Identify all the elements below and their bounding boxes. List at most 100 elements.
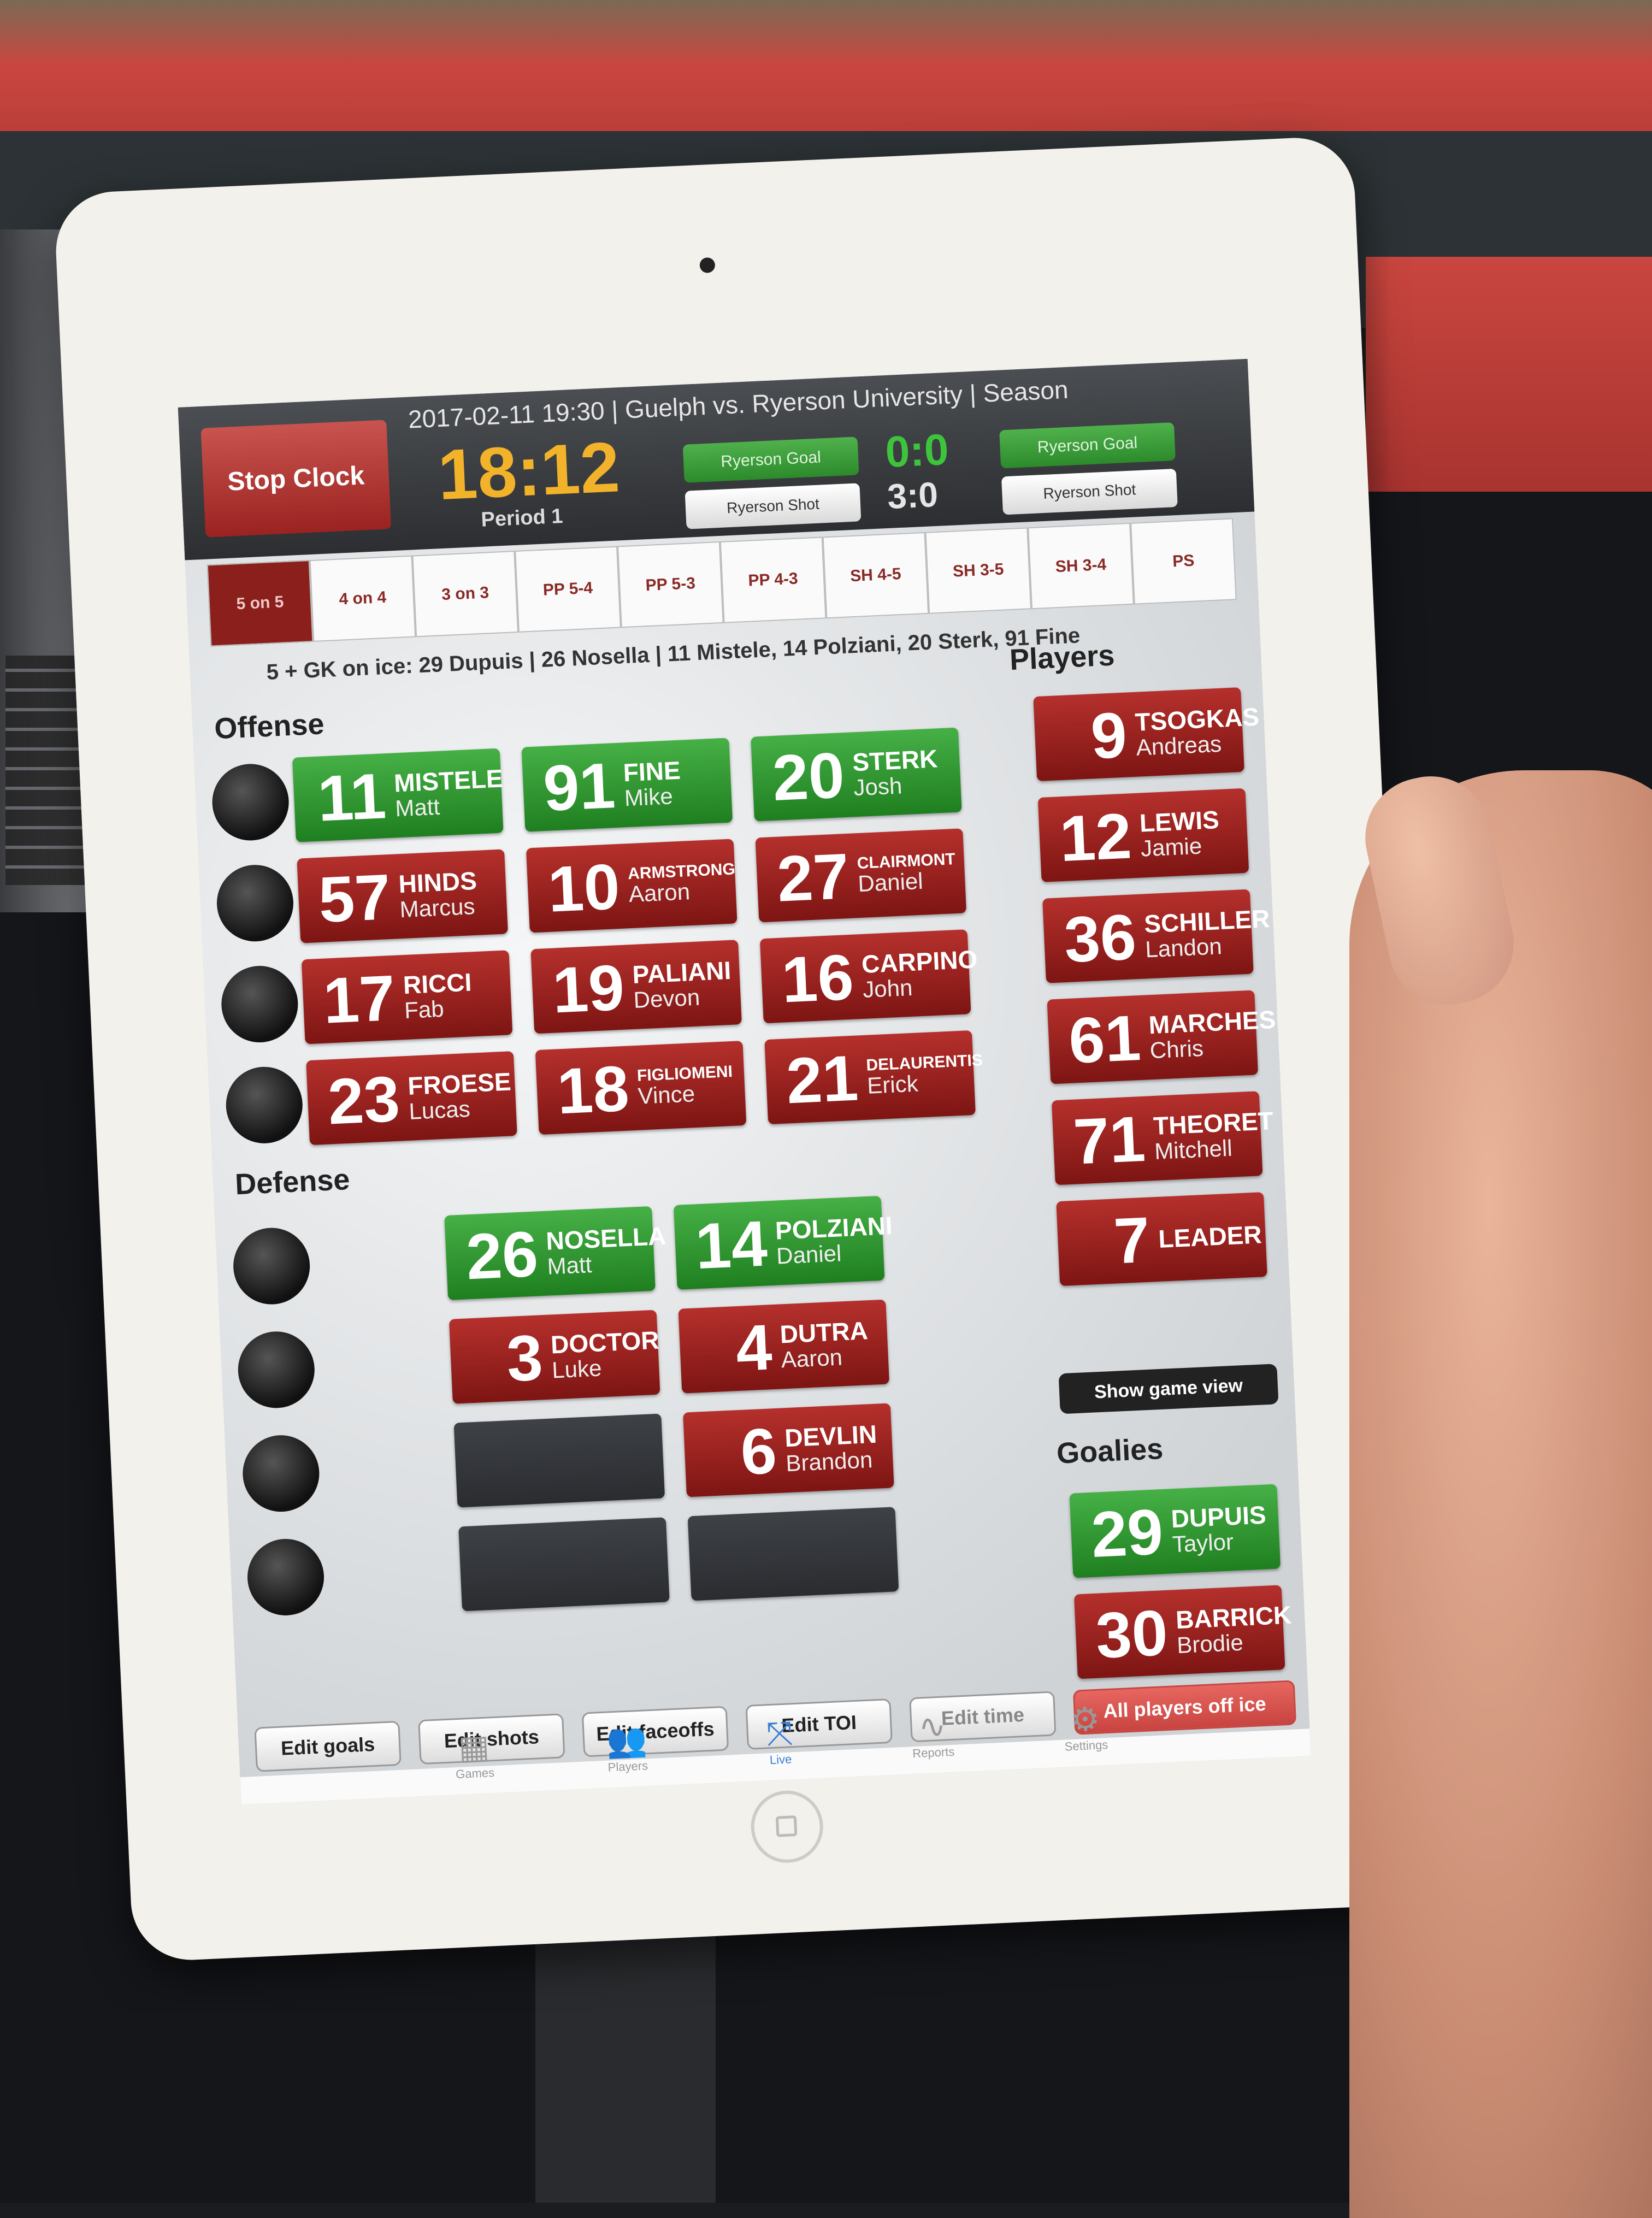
tab-3-on-3[interactable]: 3 on 3 [412,551,519,638]
player-button-91[interactable]: 91 FINE Mike [521,738,733,832]
player-button-11[interactable]: 11 MISTELE Matt [292,748,504,842]
home-goal-button[interactable]: Ryerson Goal [682,436,859,483]
line-select-puck[interactable] [236,1330,316,1410]
player-first-name: Mike [623,782,674,811]
player-button-26[interactable]: 26 NOSELLA Matt [444,1206,666,1300]
player-number: 29 [1089,1495,1165,1571]
people-icon: 👥 [605,1721,648,1760]
tab-5-on-5[interactable]: 5 on 5 [206,560,314,647]
player-number: 23 [326,1063,402,1138]
ipad-device: Stop Clock 2017-02-11 19:30 | Guelph vs.… [53,135,1433,1963]
player-button-10[interactable]: 10 ARMSTRONG Aaron [526,839,738,933]
tab-4-on-4[interactable]: 4 on 4 [309,555,416,642]
tab-bar-games[interactable]: ▦ Games [418,1726,530,1783]
player-first-name: Vince [637,1081,695,1109]
tab-bar-players[interactable]: 👥 Players [571,1719,683,1776]
player-number: 26 [464,1217,540,1293]
player-button-61[interactable]: 61 MARCHESE Chris [1047,990,1293,1084]
player-name: MARCHESE Chris [1148,1005,1294,1063]
tab-bar-settings[interactable]: ⚙ Settings [1030,1698,1141,1755]
player-button-19[interactable]: 19 PALIANI Devon [530,940,742,1034]
player-number: 4 [734,1311,774,1385]
away-goal-button[interactable]: Ryerson Goal [999,422,1176,469]
empty-slot[interactable] [453,1413,665,1508]
line-select-puck[interactable] [224,1065,304,1145]
player-name: DOCTOR Luke [550,1326,660,1383]
edit-goals-button[interactable]: Edit goals [254,1720,402,1772]
line-select-puck[interactable] [241,1434,321,1514]
tab-pp-5-3[interactable]: PP 5-3 [617,541,724,628]
player-button-27[interactable]: 27 CLAIRMONT Daniel [755,828,967,923]
line-select-puck[interactable] [245,1537,326,1618]
player-first-name: Andreas [1135,730,1223,760]
player-number: 27 [775,840,851,916]
player-button-7[interactable]: 7 LEADER [1056,1192,1267,1287]
tab-ps[interactable]: PS [1130,518,1237,605]
line-select-puck[interactable] [220,964,300,1045]
line-select-puck[interactable] [210,762,291,842]
tab-bar-reports[interactable]: ∿ Reports [877,1705,988,1762]
home-button[interactable] [749,1789,825,1865]
player-last-name: PALIANI [632,956,732,989]
player-last-name: LEWIS [1138,805,1220,837]
empty-slot[interactable] [687,1507,899,1601]
camera [699,257,716,274]
player-button-16[interactable]: 16 CARPINO John [759,929,978,1024]
player-first-name: John [862,974,913,1002]
player-name: THEORET Mitchell [1153,1106,1275,1164]
player-button-3[interactable]: 3 DOCTOR Luke [449,1309,660,1404]
player-first-name: Brandon [785,1446,874,1476]
player-button-17[interactable]: 17 RICCI Fab [301,950,513,1045]
player-button-21[interactable]: 21 DELAURENTIS Erick [764,1030,983,1125]
tab-pp-4-3[interactable]: PP 4-3 [719,536,827,623]
home-shot-button[interactable]: Ryerson Shot [685,483,862,529]
tab-sh-3-5[interactable]: SH 3-5 [925,527,1032,614]
player-first-name: Josh [853,772,903,800]
line-select-puck[interactable] [232,1226,312,1306]
stop-clock-button[interactable]: Stop Clock [200,420,392,538]
player-first-name: Aaron [628,878,691,907]
player-button-4[interactable]: 4 DUTRA Aaron [678,1299,890,1394]
player-name: TSOGKAS Andreas [1134,703,1261,760]
game-title: 2017-02-11 19:30 | Guelph vs. Ryerson Un… [407,375,1069,434]
tab-sh-4-5[interactable]: SH 4-5 [822,532,929,619]
player-name: FIGLIOMENI Vince [636,1063,734,1109]
tab-bar-live[interactable]: ⤧ Live [724,1712,835,1769]
player-first-name: Aaron [780,1343,843,1372]
empty-slot[interactable] [458,1517,670,1612]
player-name: PALIANI Devon [632,956,733,1012]
away-shot-button[interactable]: Ryerson Shot [1001,468,1178,515]
gear-icon: ⚙ [1069,1700,1101,1739]
player-button-12[interactable]: 12 LEWIS Jamie [1037,788,1249,882]
player-first-name: Jamie [1140,833,1203,862]
player-button-20[interactable]: 20 STERK Josh [751,727,962,822]
player-button-29[interactable]: 29 DUPUIS Taylor [1069,1484,1281,1578]
player-name: SCHILLER Landon [1143,904,1271,962]
player-button-14[interactable]: 14 POLZIANI Daniel [673,1195,893,1290]
player-number: 3 [505,1321,545,1395]
player-name: DEVLIN Brandon [784,1420,878,1476]
player-button-6[interactable]: 6 DEVLIN Brandon [683,1403,894,1497]
player-button-71[interactable]: 71 THEORET Mitchell [1051,1091,1274,1185]
player-name: DUPUIS Taylor [1171,1501,1268,1557]
tab-pp-5-4[interactable]: PP 5-4 [515,546,621,633]
show-game-view-button[interactable]: Show game view [1058,1364,1279,1414]
player-button-9[interactable]: 9 TSOGKAS Andreas [1033,687,1260,782]
player-button-18[interactable]: 18 FIGLIOMENI Vince [535,1041,747,1135]
player-name: LEADER [1158,1220,1262,1254]
player-number: 12 [1058,799,1134,875]
player-last-name: FROESE [407,1067,512,1101]
line-select-puck[interactable] [215,863,296,943]
strap [535,1912,716,2203]
player-last-name: DUTRA [779,1316,869,1349]
player-button-30[interactable]: 30 BARRICK Brodie [1073,1585,1292,1679]
player-button-57[interactable]: 57 HINDS Marcus [297,849,508,943]
tab-sh-3-4[interactable]: SH 3-4 [1028,522,1134,610]
player-name: ARMSTRONG Aaron [627,860,737,907]
player-first-name: Erick [866,1070,919,1099]
goals-score: 0:0 [884,424,950,477]
player-button-36[interactable]: 36 SCHILLER Landon [1042,889,1270,983]
play-diagram-icon: ⤧ [765,1714,794,1753]
player-button-23[interactable]: 23 FROESE Lucas [306,1051,517,1146]
player-last-name: HINDS [398,866,477,899]
